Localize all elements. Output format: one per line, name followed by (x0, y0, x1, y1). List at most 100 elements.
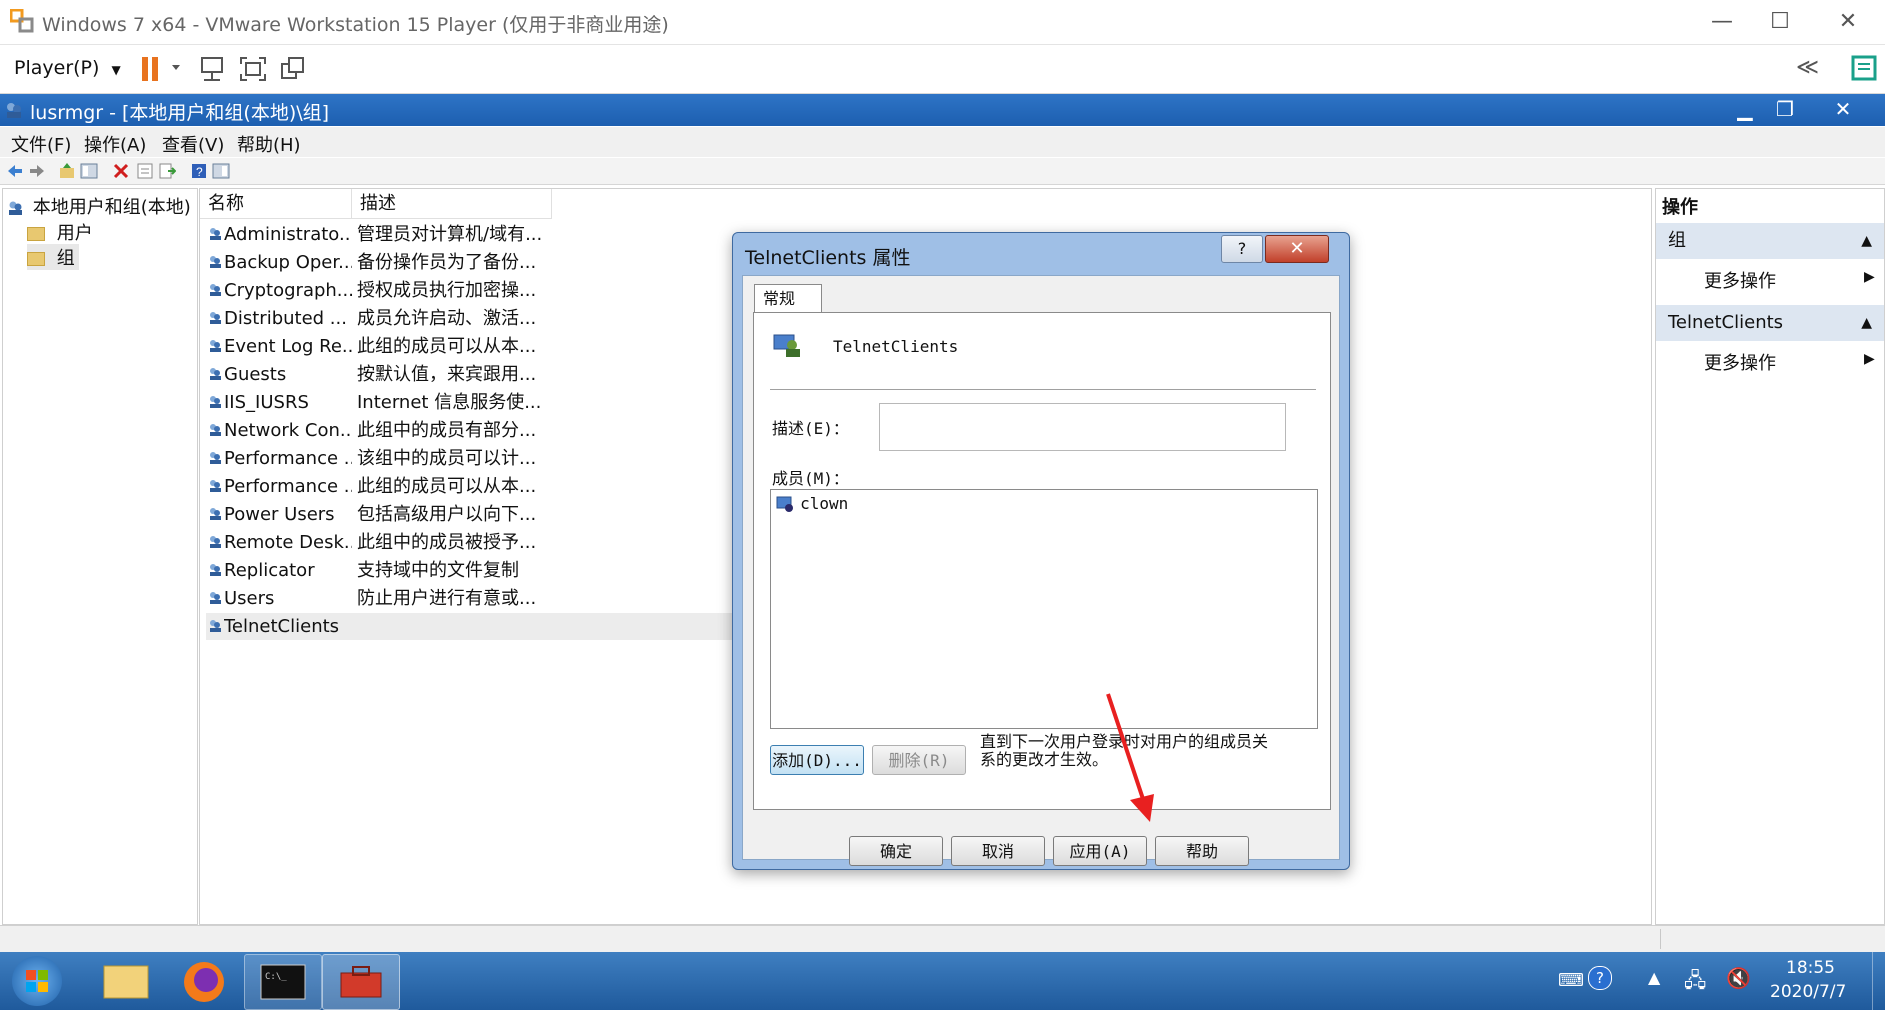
clock-date[interactable]: 2020/7/7 (1770, 982, 1846, 1002)
group-description-cell: 此组的成员可以从本... (357, 336, 537, 357)
menu-action[interactable]: 操作(A) (84, 131, 146, 157)
chevron-down-icon: ▼ (111, 63, 121, 77)
help-button[interactable]: 帮助 (1155, 836, 1249, 866)
minimize-button[interactable]: — (1694, 4, 1750, 40)
command-prompt-icon: C:\_ (260, 964, 306, 1000)
dialog-help-button[interactable]: ? (1221, 235, 1263, 263)
table-row[interactable]: Replicator 支持域中的文件复制 (206, 557, 752, 584)
taskbar-lusrmgr[interactable] (322, 954, 400, 1010)
help-tray-icon[interactable]: ? (1588, 966, 1612, 990)
table-row[interactable]: Performance ... 该组中的成员可以计... (206, 445, 752, 472)
properties-icon[interactable] (136, 162, 154, 180)
group-icon (210, 368, 221, 380)
table-row[interactable]: Backup Oper... 备份操作员为了备份... (206, 249, 752, 276)
table-row[interactable]: Cryptograph... 授权成员执行加密操... (206, 277, 752, 304)
menu-help[interactable]: 帮助(H) (237, 131, 301, 157)
forward-arrow-icon[interactable] (28, 162, 46, 180)
collapse-toolbar-button[interactable]: ≪ (1796, 55, 1819, 80)
apply-button[interactable]: 应用(A) (1053, 836, 1147, 866)
members-list[interactable]: clown (770, 489, 1318, 729)
delete-icon[interactable] (112, 162, 130, 180)
actions-section-telnetclients[interactable]: TelnetClients ▲ (1656, 305, 1884, 341)
users-group-icon (7, 103, 21, 118)
taskbar-explorer[interactable] (88, 954, 164, 1008)
actions-section-groups[interactable]: 组 ▲ (1656, 223, 1884, 259)
action-pane-icon[interactable] (212, 162, 230, 180)
actions-pane: 操作 组 ▲ 更多操作 ▶ TelnetClients ▲ 更多操作 ▶ (1655, 188, 1885, 925)
mmc-close-button[interactable]: ✕ (1826, 97, 1860, 122)
start-button[interactable] (12, 956, 62, 1006)
table-row[interactable]: Event Log Re... 此组的成员可以从本... (206, 333, 752, 360)
group-name-cell: Guests (224, 364, 287, 385)
column-header-description[interactable]: 描述 (352, 189, 552, 219)
show-hidden-icons-icon[interactable]: ▲ (1648, 968, 1660, 987)
column-header-name[interactable]: 名称 (200, 189, 352, 219)
menu-file[interactable]: 文件(F) (11, 131, 71, 157)
vmware-window-title: Windows 7 x64 - VMware Workstation 15 Pl… (42, 14, 669, 36)
group-description-cell: 包括高级用户以向下... (357, 504, 537, 525)
group-icon (210, 480, 221, 492)
table-row[interactable]: IIS_IUSRS Internet 信息服务使... (206, 389, 752, 416)
network-icon[interactable]: 🖧 (1684, 966, 1706, 1000)
tab-panel: TelnetClients 描述(E)： 成员(M)： clown 添加(D).… (753, 312, 1331, 810)
taskbar-firefox[interactable] (166, 954, 242, 1008)
taskbar-cmd[interactable]: C:\_ (244, 954, 322, 1010)
player-menu[interactable]: Player(P) ▼ (14, 57, 121, 79)
back-arrow-icon[interactable] (6, 162, 24, 180)
tree-item-groups[interactable]: 组 (27, 244, 79, 270)
table-row[interactable]: Remote Desk... 此组中的成员被授予... (206, 529, 752, 556)
group-icon (210, 508, 221, 520)
mmc-restore-button[interactable]: ❐ (1768, 97, 1802, 122)
group-icon (210, 620, 221, 632)
mmc-minimize-button[interactable]: ▁ (1728, 97, 1762, 122)
member-item[interactable]: clown (775, 494, 848, 515)
description-input[interactable] (879, 403, 1286, 451)
group-name-cell: Network Con... (224, 420, 352, 441)
group-icon (210, 564, 221, 576)
group-description-cell: 成员允许启动、激活... (357, 308, 537, 329)
up-folder-icon[interactable] (58, 162, 76, 180)
remove-member-button[interactable]: 删除(R) (872, 745, 966, 775)
tree-root[interactable]: 本地用户和组(本地) (7, 193, 191, 219)
group-name-cell: Replicator (224, 560, 315, 581)
table-row[interactable]: Distributed ... 成员允许启动、激活... (206, 305, 752, 332)
windows-logo-icon (26, 970, 48, 992)
add-member-button[interactable]: 添加(D)... (770, 745, 864, 775)
group-name-cell: Performance ... (224, 476, 352, 497)
maximize-button[interactable]: ☐ (1752, 4, 1808, 40)
vmware-titlebar: Windows 7 x64 - VMware Workstation 15 Pl… (0, 0, 1885, 45)
help-icon[interactable]: ? (190, 162, 208, 180)
more-actions-telnetclients[interactable]: 更多操作 (1704, 349, 1776, 375)
keyboard-icon[interactable]: ⌨ (1558, 970, 1584, 991)
menu-view[interactable]: 查看(V) (162, 131, 224, 157)
dialog-close-button[interactable]: ✕ (1265, 235, 1329, 263)
windows-taskbar: C:\_ ⌨ ? ▲ 🖧 🔇 18:55 2020/7/7 (0, 952, 1885, 1010)
table-row[interactable]: Administrato... 管理员对计算机/域有... (206, 221, 752, 248)
dialog-title: TelnetClients 属性 (745, 247, 911, 269)
unity-button[interactable] (278, 55, 308, 83)
fullscreen-button[interactable] (238, 55, 268, 83)
ok-button[interactable]: 确定 (849, 836, 943, 866)
tab-general[interactable]: 常规 (754, 284, 822, 312)
volume-muted-icon[interactable]: 🔇 (1726, 966, 1751, 990)
export-list-icon[interactable] (158, 162, 176, 180)
table-row[interactable]: Users 防止用户进行有意或... (206, 585, 752, 612)
send-ctrl-alt-del-button[interactable] (198, 55, 228, 83)
table-row[interactable]: Power Users 包括高级用户以向下... (206, 501, 752, 528)
table-row[interactable]: Performance ... 此组的成员可以从本... (206, 473, 752, 500)
cancel-button[interactable]: 取消 (951, 836, 1045, 866)
tree-item-users[interactable]: 用户 (27, 219, 93, 245)
pause-button[interactable] (140, 55, 180, 83)
more-actions-telnetclients-label: 更多操作 (1704, 353, 1776, 374)
show-desktop-button[interactable] (1872, 952, 1885, 1010)
table-row[interactable]: TelnetClients (206, 613, 752, 640)
table-row[interactable]: Network Con... 此组中的成员有部分... (206, 417, 752, 444)
more-actions-groups[interactable]: 更多操作 (1704, 267, 1776, 293)
group-description-cell: 此组中的成员有部分... (357, 420, 537, 441)
message-log-button[interactable] (1850, 55, 1880, 83)
show-hide-tree-icon[interactable] (80, 162, 98, 180)
folder-icon (103, 965, 149, 999)
table-row[interactable]: Guests 按默认值，来宾跟用... (206, 361, 752, 388)
close-button[interactable]: ✕ (1820, 4, 1876, 40)
clock-time[interactable]: 18:55 (1786, 958, 1835, 978)
